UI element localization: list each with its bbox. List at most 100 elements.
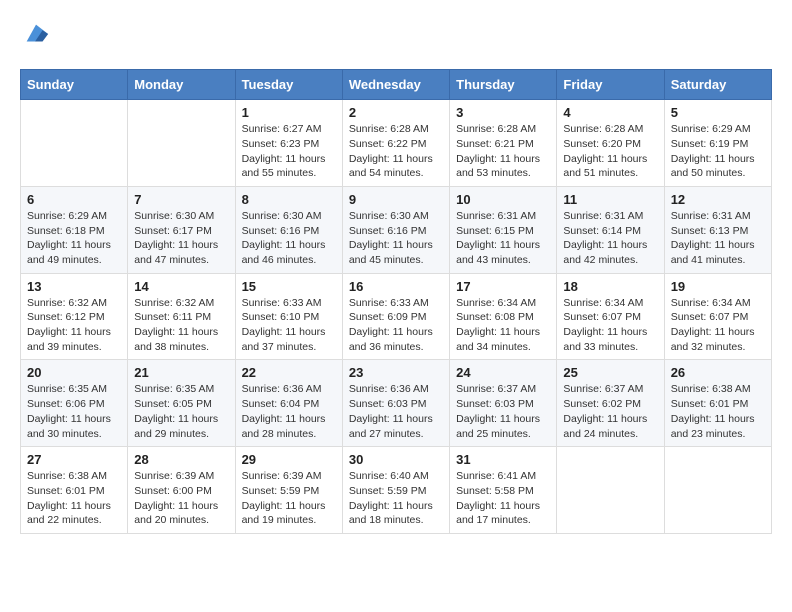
calendar-day-cell: 19Sunrise: 6:34 AM Sunset: 6:07 PM Dayli…: [664, 273, 771, 360]
calendar-day-cell: 2 Sunrise: 6:28 AM Sunset: 6:22 PM Daylig…: [342, 100, 449, 187]
day-number: 2: [349, 105, 443, 120]
calendar-day-cell: [128, 100, 235, 187]
day-number: 25: [563, 365, 657, 380]
day-number: 4: [563, 105, 657, 120]
calendar-header-row: SundayMondayTuesdayWednesdayThursdayFrid…: [21, 70, 772, 100]
day-info: Sunrise: 6:33 AM Sunset: 6:10 PM Dayligh…: [242, 296, 336, 355]
day-number: 31: [456, 452, 550, 467]
calendar-day-cell: 25 Sunrise: 6:37 AM Sunset: 6:02 PM Dayli…: [557, 360, 664, 447]
weekday-header: Sunday: [21, 70, 128, 100]
day-number: 22: [242, 365, 336, 380]
day-info: Sunrise: 6:38 AM Sunset: 6:01 PM Dayligh…: [671, 382, 765, 441]
day-number: 24: [456, 365, 550, 380]
day-info: Sunrise: 6:39 AM Sunset: 5:59 PM Dayligh…: [242, 469, 336, 528]
day-info: Sunrise: 6:36 AM Sunset: 6:04 PM Dayligh…: [242, 382, 336, 441]
calendar-day-cell: 12 Sunrise: 6:31 AM Sunset: 6:13 PM Dayli…: [664, 186, 771, 273]
day-info: Sunrise: 6:40 AM Sunset: 5:59 PM Dayligh…: [349, 469, 443, 528]
day-info: Sunrise: 6:31 AM Sunset: 6:15 PM Dayligh…: [456, 209, 550, 268]
day-info: Sunrise: 6:30 AM Sunset: 6:16 PM Dayligh…: [242, 209, 336, 268]
calendar-day-cell: [21, 100, 128, 187]
calendar-week-row: 1 Sunrise: 6:27 AM Sunset: 6:23 PM Daylig…: [21, 100, 772, 187]
calendar-day-cell: 21 Sunrise: 6:35 AM Sunset: 6:05 PM Dayli…: [128, 360, 235, 447]
calendar-day-cell: 23 Sunrise: 6:36 AM Sunset: 6:03 PM Dayli…: [342, 360, 449, 447]
day-info: Sunrise: 6:28 AM Sunset: 6:20 PM Dayligh…: [563, 122, 657, 181]
calendar-day-cell: 3 Sunrise: 6:28 AM Sunset: 6:21 PM Daylig…: [450, 100, 557, 187]
day-info: Sunrise: 6:34 AM Sunset: 6:07 PM Dayligh…: [563, 296, 657, 355]
day-number: 3: [456, 105, 550, 120]
calendar-day-cell: 5 Sunrise: 6:29 AM Sunset: 6:19 PM Daylig…: [664, 100, 771, 187]
calendar-day-cell: 30Sunrise: 6:40 AM Sunset: 5:59 PM Dayli…: [342, 447, 449, 534]
calendar-day-cell: 17 Sunrise: 6:34 AM Sunset: 6:08 PM Dayli…: [450, 273, 557, 360]
day-number: 5: [671, 105, 765, 120]
day-number: 28: [134, 452, 228, 467]
calendar-day-cell: 26 Sunrise: 6:38 AM Sunset: 6:01 PM Dayli…: [664, 360, 771, 447]
day-number: 23: [349, 365, 443, 380]
weekday-header: Wednesday: [342, 70, 449, 100]
day-number: 13: [27, 279, 121, 294]
calendar-day-cell: 11 Sunrise: 6:31 AM Sunset: 6:14 PM Dayli…: [557, 186, 664, 273]
day-info: Sunrise: 6:39 AM Sunset: 6:00 PM Dayligh…: [134, 469, 228, 528]
calendar-week-row: 27 Sunrise: 6:38 AM Sunset: 6:01 PM Dayli…: [21, 447, 772, 534]
day-info: Sunrise: 6:34 AM Sunset: 6:08 PM Dayligh…: [456, 296, 550, 355]
calendar-day-cell: 24 Sunrise: 6:37 AM Sunset: 6:03 PM Dayli…: [450, 360, 557, 447]
day-number: 18: [563, 279, 657, 294]
day-info: Sunrise: 6:36 AM Sunset: 6:03 PM Dayligh…: [349, 382, 443, 441]
day-info: Sunrise: 6:35 AM Sunset: 6:06 PM Dayligh…: [27, 382, 121, 441]
calendar-day-cell: 31 Sunrise: 6:41 AM Sunset: 5:58 PM Dayli…: [450, 447, 557, 534]
calendar-day-cell: 28 Sunrise: 6:39 AM Sunset: 6:00 PM Dayli…: [128, 447, 235, 534]
weekday-header: Friday: [557, 70, 664, 100]
day-info: Sunrise: 6:41 AM Sunset: 5:58 PM Dayligh…: [456, 469, 550, 528]
calendar-day-cell: 15 Sunrise: 6:33 AM Sunset: 6:10 PM Dayli…: [235, 273, 342, 360]
weekday-header: Tuesday: [235, 70, 342, 100]
calendar-day-cell: 13 Sunrise: 6:32 AM Sunset: 6:12 PM Dayli…: [21, 273, 128, 360]
day-number: 6: [27, 192, 121, 207]
calendar-day-cell: 16Sunrise: 6:33 AM Sunset: 6:09 PM Dayli…: [342, 273, 449, 360]
day-number: 14: [134, 279, 228, 294]
calendar-day-cell: 7Sunrise: 6:30 AM Sunset: 6:17 PM Daylig…: [128, 186, 235, 273]
day-number: 21: [134, 365, 228, 380]
page-header: [20, 20, 772, 53]
day-number: 1: [242, 105, 336, 120]
calendar-day-cell: 27 Sunrise: 6:38 AM Sunset: 6:01 PM Dayli…: [21, 447, 128, 534]
day-number: 12: [671, 192, 765, 207]
weekday-header: Thursday: [450, 70, 557, 100]
day-number: 15: [242, 279, 336, 294]
weekday-header: Saturday: [664, 70, 771, 100]
day-info: Sunrise: 6:28 AM Sunset: 6:21 PM Dayligh…: [456, 122, 550, 181]
day-info: Sunrise: 6:31 AM Sunset: 6:13 PM Dayligh…: [671, 209, 765, 268]
day-number: 17: [456, 279, 550, 294]
calendar-day-cell: 6Sunrise: 6:29 AM Sunset: 6:18 PM Daylig…: [21, 186, 128, 273]
calendar-day-cell: 14 Sunrise: 6:32 AM Sunset: 6:11 PM Dayli…: [128, 273, 235, 360]
day-number: 11: [563, 192, 657, 207]
day-number: 29: [242, 452, 336, 467]
calendar-week-row: 6Sunrise: 6:29 AM Sunset: 6:18 PM Daylig…: [21, 186, 772, 273]
calendar-day-cell: 20Sunrise: 6:35 AM Sunset: 6:06 PM Dayli…: [21, 360, 128, 447]
calendar-day-cell: 4 Sunrise: 6:28 AM Sunset: 6:20 PM Daylig…: [557, 100, 664, 187]
day-info: Sunrise: 6:29 AM Sunset: 6:19 PM Dayligh…: [671, 122, 765, 181]
logo-icon: [22, 20, 50, 48]
calendar-day-cell: [664, 447, 771, 534]
day-info: Sunrise: 6:27 AM Sunset: 6:23 PM Dayligh…: [242, 122, 336, 181]
day-number: 26: [671, 365, 765, 380]
day-number: 16: [349, 279, 443, 294]
day-info: Sunrise: 6:35 AM Sunset: 6:05 PM Dayligh…: [134, 382, 228, 441]
calendar-day-cell: [557, 447, 664, 534]
calendar-day-cell: 9Sunrise: 6:30 AM Sunset: 6:16 PM Daylig…: [342, 186, 449, 273]
calendar-day-cell: 8Sunrise: 6:30 AM Sunset: 6:16 PM Daylig…: [235, 186, 342, 273]
logo: [20, 20, 50, 53]
day-number: 10: [456, 192, 550, 207]
calendar-week-row: 20Sunrise: 6:35 AM Sunset: 6:06 PM Dayli…: [21, 360, 772, 447]
day-info: Sunrise: 6:32 AM Sunset: 6:11 PM Dayligh…: [134, 296, 228, 355]
day-info: Sunrise: 6:37 AM Sunset: 6:02 PM Dayligh…: [563, 382, 657, 441]
day-info: Sunrise: 6:34 AM Sunset: 6:07 PM Dayligh…: [671, 296, 765, 355]
calendar-day-cell: 29 Sunrise: 6:39 AM Sunset: 5:59 PM Dayli…: [235, 447, 342, 534]
calendar-table: SundayMondayTuesdayWednesdayThursdayFrid…: [20, 69, 772, 534]
day-info: Sunrise: 6:30 AM Sunset: 6:16 PM Dayligh…: [349, 209, 443, 268]
day-info: Sunrise: 6:38 AM Sunset: 6:01 PM Dayligh…: [27, 469, 121, 528]
day-info: Sunrise: 6:31 AM Sunset: 6:14 PM Dayligh…: [563, 209, 657, 268]
day-number: 27: [27, 452, 121, 467]
day-info: Sunrise: 6:37 AM Sunset: 6:03 PM Dayligh…: [456, 382, 550, 441]
day-info: Sunrise: 6:32 AM Sunset: 6:12 PM Dayligh…: [27, 296, 121, 355]
logo-text: [20, 20, 50, 53]
day-info: Sunrise: 6:28 AM Sunset: 6:22 PM Dayligh…: [349, 122, 443, 181]
